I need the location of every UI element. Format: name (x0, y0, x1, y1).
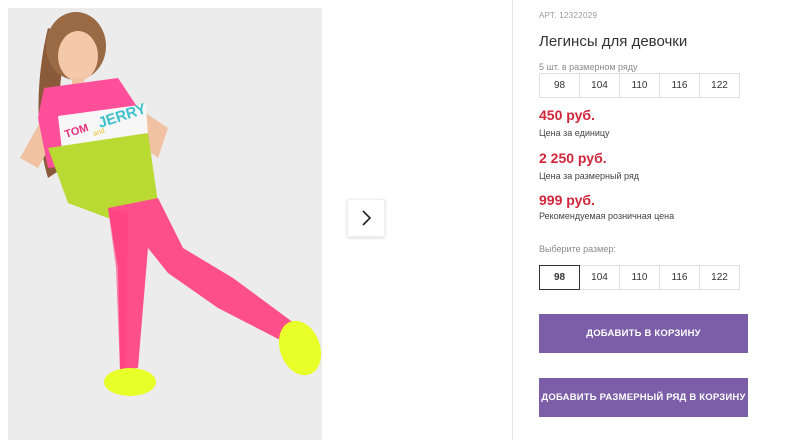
set-price: 2 250 руб. (539, 150, 607, 166)
size-selector: 98 104 110 116 122 (539, 265, 740, 290)
size-set-item: 104 (579, 73, 620, 98)
girl-in-leggings-photo: TOM and JERRY (8, 8, 322, 440)
product-title: Легинсы для девочки (539, 33, 688, 50)
choose-size-label: Выберите размер: (539, 244, 616, 254)
size-set-item: 122 (699, 73, 740, 98)
size-set-label: 5 шт. в размерном ряду (539, 62, 638, 72)
next-image-button[interactable] (347, 199, 385, 237)
size-set-item: 116 (659, 73, 700, 98)
unit-price-note: Цена за единицу (539, 128, 610, 138)
retail-price-note: Рекомендуемая розничная цена (539, 211, 675, 221)
chevron-right-icon (362, 210, 372, 226)
size-set-item: 98 (539, 73, 580, 98)
article-number: АРТ. 12322029 (539, 11, 598, 20)
size-set-item: 110 (619, 73, 660, 98)
add-size-set-to-cart-button[interactable]: ДОБАВИТЬ РАЗМЕРНЫЙ РЯД В КОРЗИНУ (539, 378, 748, 417)
unit-price: 450 руб. (539, 107, 595, 123)
size-option-104[interactable]: 104 (579, 265, 620, 290)
add-to-cart-button[interactable]: ДОБАВИТЬ В КОРЗИНУ (539, 314, 748, 353)
panel-divider (512, 0, 513, 440)
size-option-122[interactable]: 122 (699, 265, 740, 290)
set-price-note: Цена за размерный ряд (539, 171, 640, 181)
size-option-110[interactable]: 110 (619, 265, 660, 290)
size-set-row: 98 104 110 116 122 (539, 73, 740, 98)
size-option-116[interactable]: 116 (659, 265, 700, 290)
product-photo: TOM and JERRY (8, 8, 322, 440)
retail-price: 999 руб. (539, 192, 595, 208)
product-gallery: TOM and JERRY (0, 0, 510, 440)
size-option-98[interactable]: 98 (539, 265, 580, 290)
